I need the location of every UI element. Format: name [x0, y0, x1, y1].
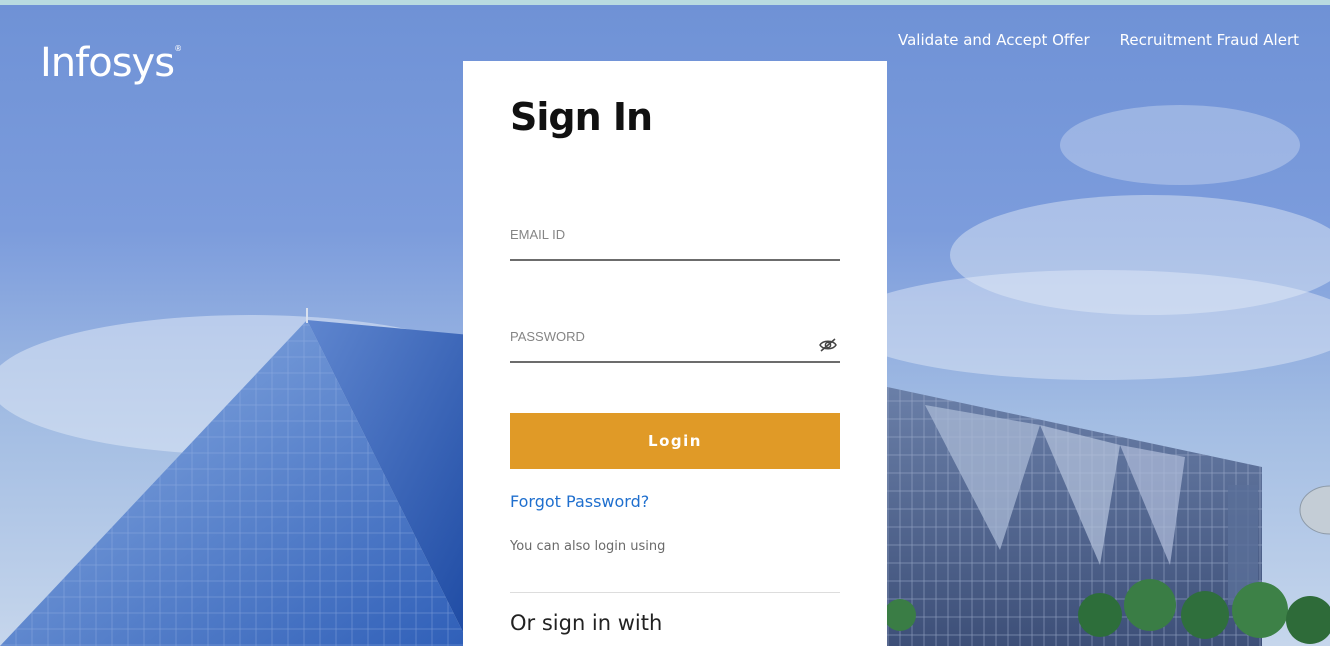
divider [510, 592, 840, 593]
alternate-login-text: You can also login using [510, 539, 666, 554]
registered-mark: ® [174, 44, 182, 53]
login-button[interactable]: Login [510, 413, 840, 469]
email-input[interactable] [510, 221, 810, 247]
email-field [510, 213, 840, 261]
infosys-logo[interactable]: Infosys® [40, 40, 182, 86]
password-input[interactable] [510, 323, 810, 349]
validate-offer-link[interactable]: Validate and Accept Offer [898, 31, 1090, 49]
eye-slash-icon[interactable] [818, 337, 838, 353]
page-title: Sign In [510, 95, 653, 139]
password-field [510, 315, 840, 363]
recruitment-fraud-alert-link[interactable]: Recruitment Fraud Alert [1120, 31, 1299, 49]
top-nav: Validate and Accept Offer Recruitment Fr… [898, 31, 1299, 49]
logo-text: Infosys [40, 40, 175, 86]
signin-card: Sign In Login Forgot Password? You can a… [463, 61, 887, 646]
or-sign-in-with-heading: Or sign in with [510, 611, 663, 635]
forgot-password-link[interactable]: Forgot Password? [510, 492, 649, 511]
